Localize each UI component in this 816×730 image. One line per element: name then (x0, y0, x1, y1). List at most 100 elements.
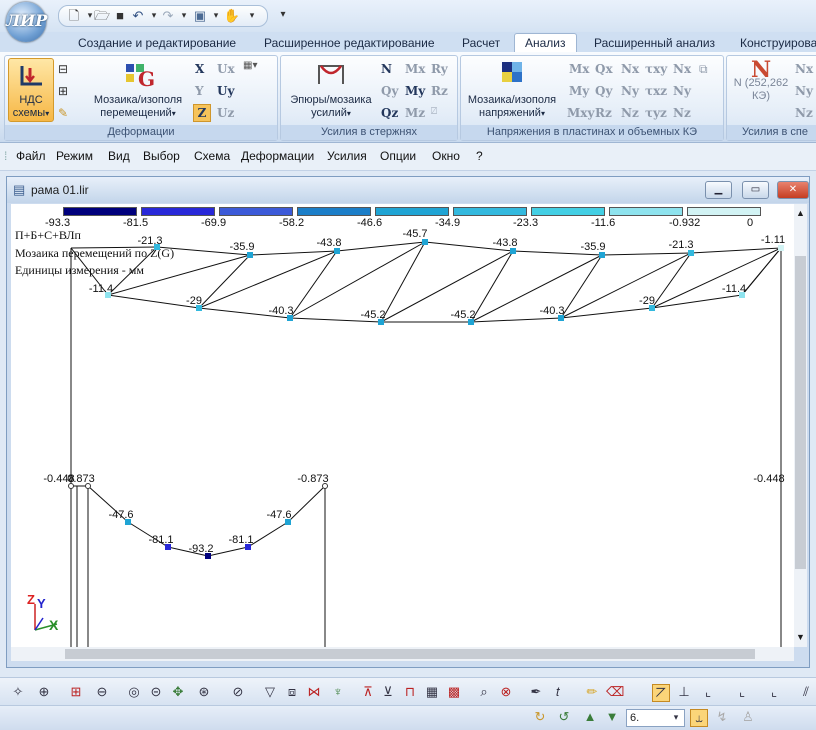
axes-xz-view-icon[interactable]: ⦢ (652, 684, 670, 702)
force-n-button[interactable]: N (381, 62, 392, 76)
stress-nx2-button[interactable]: Nx (673, 62, 691, 76)
deform-scheme-icon[interactable]: ⥿ (690, 709, 708, 727)
all-icon[interactable]: ▩ (446, 684, 462, 700)
pan-icon[interactable]: ✥ (170, 684, 186, 700)
stress-mosaic-button[interactable]: Мозаика/изополя напряжений▾ (463, 58, 561, 122)
app-menu-button[interactable]: ЛИР (6, 2, 47, 42)
close-button[interactable]: ✕ (777, 181, 809, 199)
view-xy-icon[interactable]: ⌞ (734, 684, 750, 700)
open-file-icon[interactable]: 🗁 (93, 7, 111, 24)
horizontal-scrollbar[interactable] (11, 647, 794, 661)
animation-icon[interactable]: ↯ (714, 709, 730, 725)
stress-mx-button[interactable]: Mx (569, 62, 589, 76)
force-mx-button[interactable]: Mx (405, 62, 425, 76)
hand-icon[interactable]: ✋ (223, 7, 241, 24)
vertical-scroll-thumb[interactable] (795, 256, 806, 569)
fragment-icon[interactable]: ⧈ (284, 684, 300, 700)
vertical-scrollbar[interactable]: ▲ ▼ (794, 204, 807, 647)
stress-txy-button[interactable]: τxy (645, 62, 667, 76)
select-node-icon[interactable]: ✧ (10, 684, 26, 700)
table-icon[interactable]: ⊞ (58, 84, 68, 98)
stress-nz-button[interactable]: Nz (621, 106, 639, 120)
stress-mxy-button[interactable]: Mxy (567, 106, 594, 120)
menu-file[interactable]: Файл (16, 149, 46, 163)
force-diagrams-button[interactable]: Эпюры/мозаика усилий▾ (283, 58, 379, 122)
menu-scheme[interactable]: Схема (194, 149, 230, 163)
customize-icon[interactable]: ▾ (274, 6, 292, 23)
delete-scheme-icon[interactable]: ⊻ (380, 684, 396, 700)
stress-qx-button[interactable]: Qx (595, 62, 613, 76)
force-mz-button[interactable]: Mz (405, 106, 425, 120)
model-canvas[interactable]: -93.3 -81.5 -69.9 -58.2 -46.6 -34.9 -23.3 -11.6… (11, 204, 797, 647)
view-3d-icon[interactable]: ⫽ (798, 684, 814, 700)
disp-uy-button[interactable]: Uy (217, 84, 234, 98)
figure-icon[interactable]: ♙ (740, 709, 756, 725)
grid-select-icon[interactable]: ⊞ (68, 684, 84, 700)
paint-icon[interactable]: ✒ (528, 684, 544, 700)
axis-y-button[interactable]: Y (195, 84, 204, 98)
axis-settings-icon[interactable]: ▦▾ (243, 60, 257, 71)
scroll-down-icon[interactable]: ▼ (796, 632, 805, 642)
menu-select[interactable]: Выбор (143, 149, 180, 163)
tab-analysis[interactable]: Анализ (514, 33, 577, 52)
elements-icon[interactable]: ⊓ (402, 684, 418, 700)
view-xz-icon[interactable]: ⌞ (700, 684, 716, 700)
menu-view[interactable]: Вид (108, 149, 130, 163)
force-ry-button[interactable]: Ry (431, 62, 448, 76)
erase-icon[interactable]: ⌫ (606, 684, 624, 700)
search-icon[interactable]: ⌕ (476, 684, 492, 700)
label-icon[interactable]: 𝑡 (550, 684, 566, 700)
zoom-minus-icon[interactable]: ⊝ (148, 684, 164, 700)
force-qy-button[interactable]: Qy (381, 84, 398, 98)
view-yz-icon[interactable]: ⌞ (766, 684, 782, 700)
tab-calculation[interactable]: Расчет (462, 34, 500, 52)
axes-icon[interactable]: ⊥ (676, 684, 692, 700)
menu-help[interactable]: ? (476, 149, 483, 163)
force-qz-button[interactable]: Qz (381, 106, 398, 120)
stress-qy-button[interactable]: Qy (595, 84, 612, 98)
restore-button[interactable]: ▭ (742, 181, 769, 199)
horizontal-scroll-thumb[interactable] (65, 649, 755, 659)
ndc-scheme-button[interactable]: НДС схемы▾ (8, 58, 54, 122)
stress-txz-button[interactable]: τxz (645, 84, 667, 98)
menu-options[interactable]: Опции (380, 149, 416, 163)
stress-ny-button[interactable]: Ny (621, 84, 639, 98)
zoom-window-icon[interactable]: ◎ (126, 684, 142, 700)
pencil-icon[interactable]: ✎ (58, 106, 68, 120)
clear-icon[interactable]: ⊘ (230, 684, 246, 700)
stress-rz-button[interactable]: Rz (595, 106, 612, 120)
spec-nx-button[interactable]: Nx (795, 62, 813, 76)
minimize-button[interactable]: ▁ (705, 181, 732, 199)
cells-icon[interactable]: ▦ (424, 684, 440, 700)
special-n-button[interactable]: N N (252,262 КЭ) (729, 58, 793, 122)
step-forward-icon[interactable]: ↺ (556, 709, 572, 725)
chevron-down-icon[interactable]: ▾ (243, 7, 261, 24)
step-back-icon[interactable]: ↻ (532, 709, 548, 725)
menu-deformations[interactable]: Деформации (241, 149, 314, 163)
tab-create-edit[interactable]: Создание и редактирование (78, 34, 236, 52)
node-filter-icon[interactable]: ⋈ (306, 684, 322, 700)
stress-nz2-button[interactable]: Nz (673, 106, 691, 120)
force-rz-button[interactable]: Rz (431, 84, 448, 98)
displacement-mosaic-button[interactable]: G Мозаика/изополя перемещений▾ (85, 58, 191, 122)
save-icon[interactable]: ■ (111, 7, 129, 24)
tab-design[interactable]: Конструирова (740, 34, 816, 52)
tab-advanced-analysis[interactable]: Расширенный анализ (594, 34, 715, 52)
brush-icon[interactable]: ♆ (330, 684, 346, 700)
section-icon[interactable]: ⍁ (431, 106, 437, 117)
rotate-icon[interactable]: ⊛ (196, 684, 212, 700)
menu-window[interactable]: Окно (432, 149, 460, 163)
triangle-up-icon[interactable]: ▲ (582, 709, 598, 725)
spec-ny-button[interactable]: Ny (795, 84, 813, 98)
menu-forces[interactable]: Усилия (327, 149, 367, 163)
tab-advanced-edit[interactable]: Расширенное редактирование (264, 34, 435, 52)
menu-mode[interactable]: Режим (56, 149, 93, 163)
chevron-down-icon[interactable]: ▾ (668, 709, 684, 725)
restore-scheme-icon[interactable]: ⊼ (360, 684, 376, 700)
force-my-button[interactable]: My (405, 84, 425, 98)
zoom-fit-icon[interactable]: ⊕ (36, 684, 52, 700)
axis-z-button[interactable]: Z (193, 104, 211, 122)
pencil-tool-icon[interactable]: ✏ (584, 684, 600, 700)
stress-nx-button[interactable]: Nx (621, 62, 639, 76)
stress-ny2-button[interactable]: Ny (673, 84, 691, 98)
